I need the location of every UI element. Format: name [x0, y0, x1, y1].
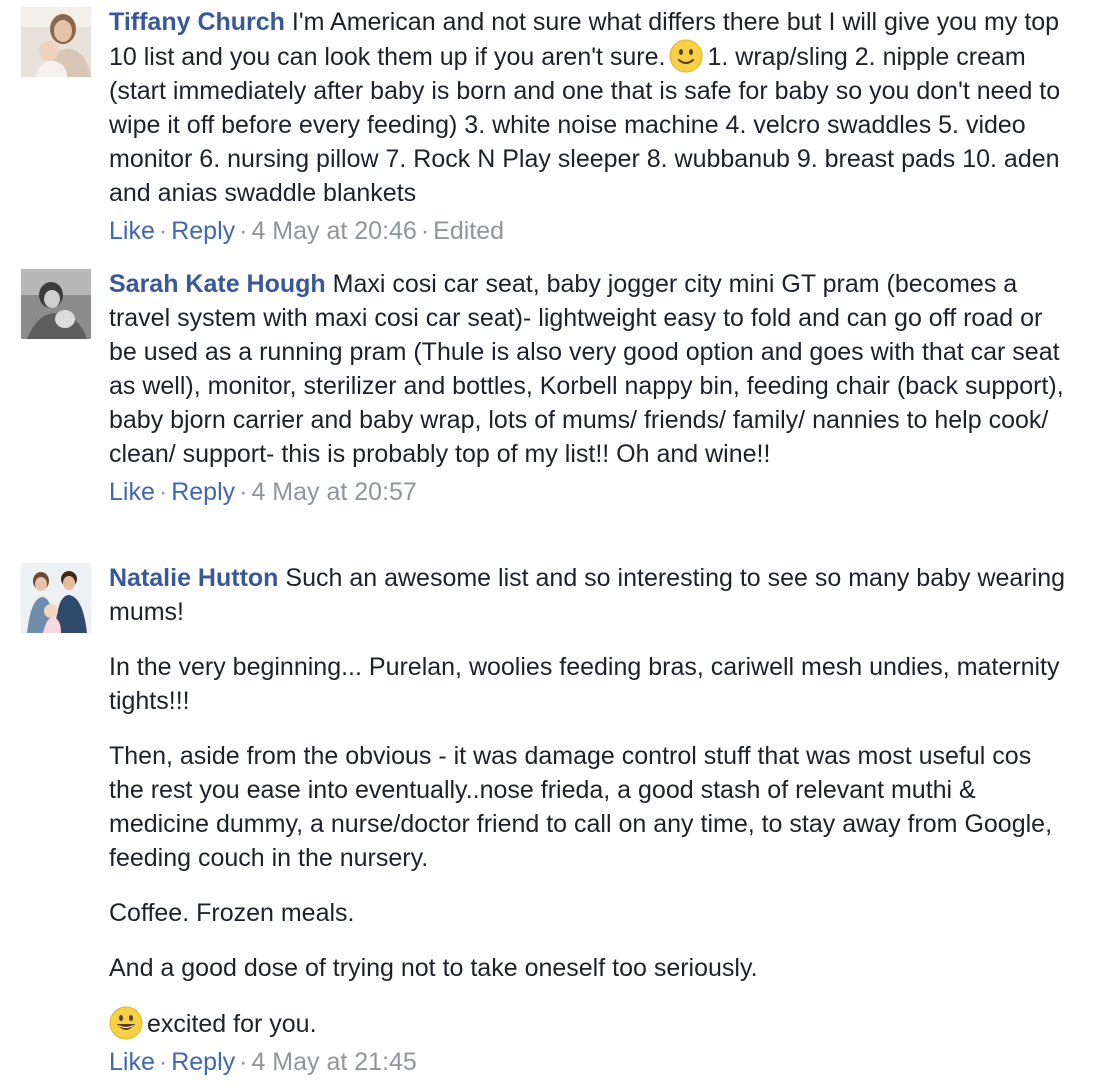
reply-link[interactable]: Reply — [171, 1048, 235, 1076]
avatar[interactable] — [21, 269, 91, 339]
avatar-photo-icon — [21, 269, 91, 339]
comment-text: Tiffany Church I'm American and not sure… — [109, 5, 1069, 210]
comment-actions: Like · Reply · 4 May at 20:57 — [109, 475, 1069, 509]
author-name[interactable]: Natalie Hutton — [109, 564, 278, 592]
comment-paragraph: And a good dose of trying not to take on… — [109, 954, 758, 982]
comment-actions: Like · Reply · 4 May at 20:46 · Edited — [109, 214, 1069, 248]
comment-paragraph: Coffee. Frozen meals. — [109, 899, 355, 927]
comment-paragraph: In the very beginning... Purelan, woolie… — [109, 653, 1060, 715]
avatar-photo-icon — [21, 7, 91, 77]
comment-text-part: Maxi cosi car seat, baby jogger city min… — [109, 270, 1064, 468]
avatar[interactable] — [21, 7, 91, 77]
like-link[interactable]: Like — [109, 478, 155, 506]
timestamp[interactable]: 4 May at 20:46 — [251, 217, 416, 245]
comment-text-part: excited for you. — [147, 1010, 317, 1038]
comment-paragraph-with-emoji: excited for you. — [109, 1006, 1069, 1041]
separator-dot: · — [239, 217, 248, 245]
like-link[interactable]: Like — [109, 217, 155, 245]
separator-dot: · — [239, 1048, 248, 1076]
comment-thread: Tiffany Church I'm American and not sure… — [0, 0, 1104, 1086]
comment-text: Sarah Kate Hough Maxi cosi car seat, bab… — [109, 267, 1069, 471]
edited-label[interactable]: Edited — [433, 217, 504, 245]
reply-link[interactable]: Reply — [171, 217, 235, 245]
grinning-face-icon — [109, 1006, 143, 1040]
separator-dot: · — [420, 217, 430, 245]
slightly-smiling-face-icon — [669, 39, 703, 73]
reply-link[interactable]: Reply — [171, 478, 235, 506]
like-link[interactable]: Like — [109, 1048, 155, 1076]
author-name[interactable]: Tiffany Church — [109, 8, 285, 36]
separator-dot: · — [158, 478, 168, 506]
comment-text: Natalie Hutton Such an awesome list and … — [109, 561, 1069, 629]
author-name[interactable]: Sarah Kate Hough — [109, 270, 326, 298]
separator-dot: · — [158, 1048, 168, 1076]
avatar[interactable] — [21, 563, 91, 633]
timestamp[interactable]: 4 May at 21:45 — [251, 1048, 416, 1076]
separator-dot: · — [158, 217, 168, 245]
avatar-photo-icon — [21, 563, 91, 633]
comment-actions: Like · Reply · 4 May at 21:45 — [109, 1045, 1069, 1079]
separator-dot: · — [239, 478, 248, 506]
comment-paragraph: Then, aside from the obvious - it was da… — [109, 742, 1053, 872]
timestamp[interactable]: 4 May at 20:57 — [251, 478, 416, 506]
